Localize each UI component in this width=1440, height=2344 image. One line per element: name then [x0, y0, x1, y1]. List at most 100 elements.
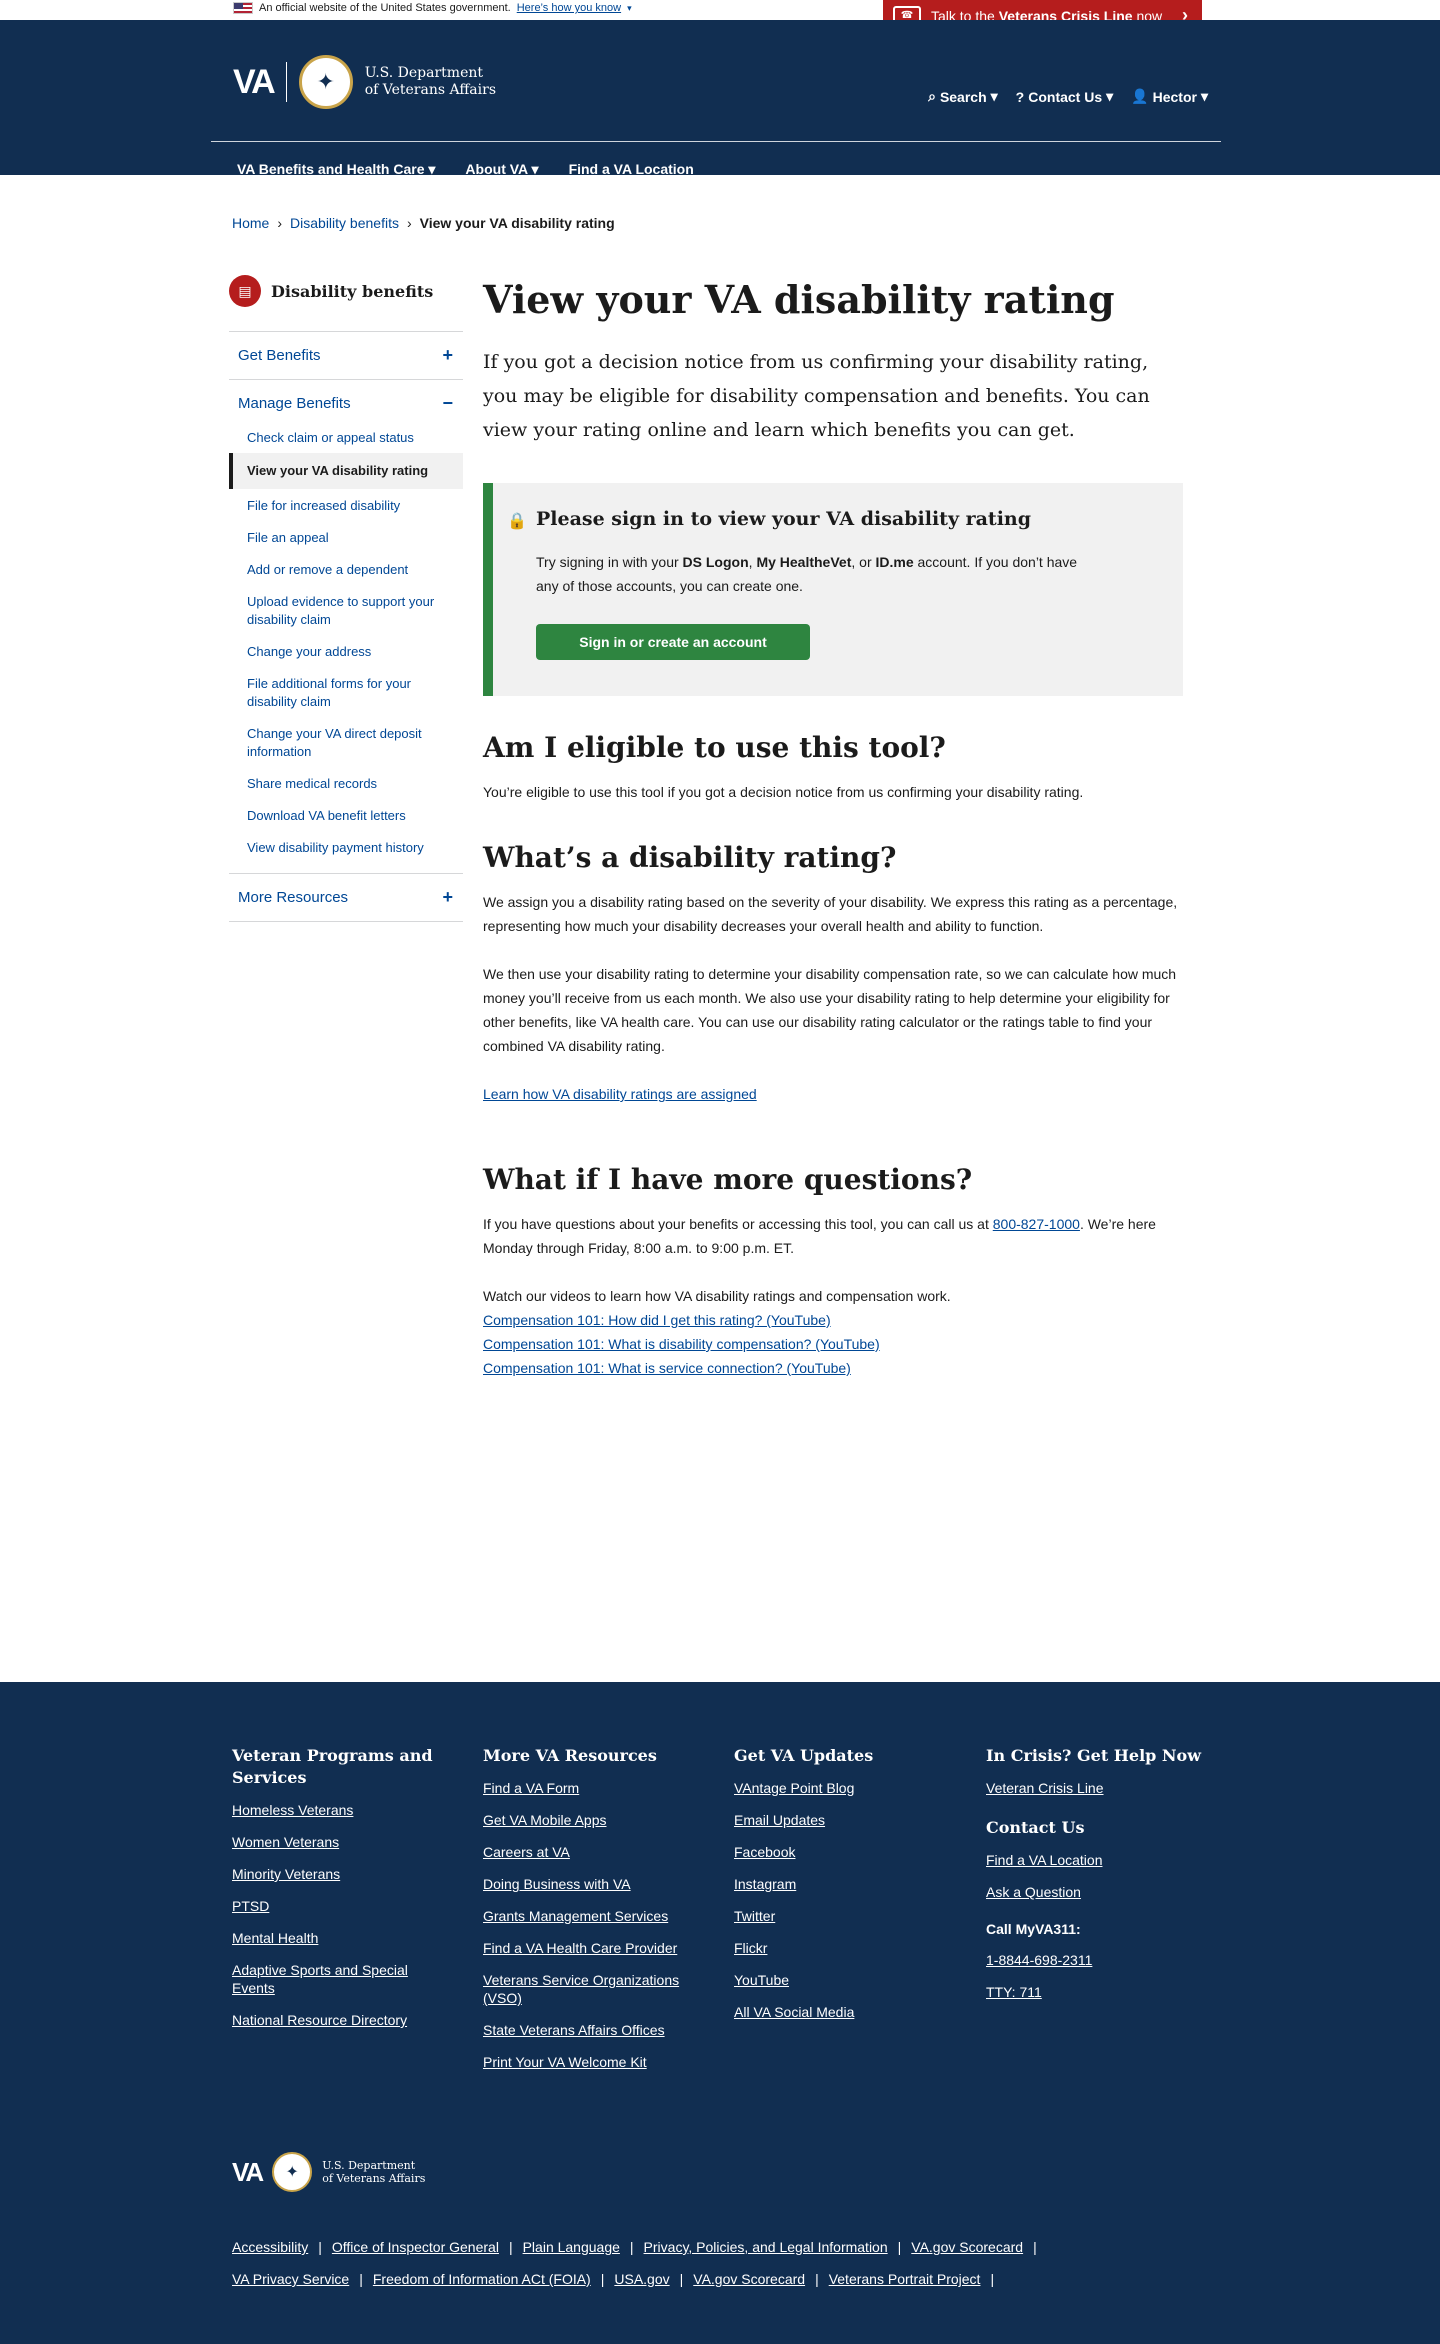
sidebar-item-payment-history[interactable]: View disability payment history — [229, 831, 463, 869]
minus-icon: − — [442, 393, 453, 413]
footer-legal-link[interactable]: USA.gov — [614, 2271, 669, 2287]
footer-link[interactable]: TTY: 711 — [986, 1983, 1206, 2001]
sidebar-item-direct-deposit[interactable]: Change your VA direct deposit informatio… — [229, 717, 463, 767]
footer-link[interactable]: YouTube — [734, 1971, 954, 1989]
gov-banner: An official website of the United States… — [0, 0, 1440, 31]
footer-legal-link[interactable]: VA Privacy Service — [232, 2271, 349, 2287]
sidebar-section-more-resources[interactable]: More Resources + — [229, 873, 463, 921]
video-link[interactable]: Compensation 101: What is disability com… — [483, 1336, 880, 1352]
sidebar-section-manage-benefits[interactable]: Manage Benefits − — [229, 379, 463, 427]
footer-link[interactable]: Women Veterans — [232, 1833, 452, 1851]
footer-link[interactable]: Print Your VA Welcome Kit — [483, 2053, 713, 2071]
footer-heading: Veteran Programs and Services — [232, 1746, 433, 1787]
header-divider — [211, 141, 1221, 142]
footer-link[interactable]: Doing Business with VA — [483, 1875, 713, 1893]
footer-legal-link[interactable]: Freedom of Information ACt (FOIA) — [373, 2271, 591, 2287]
footer-legal-link[interactable]: Office of Inspector General — [332, 2239, 499, 2255]
footer-link[interactable]: Veterans Service Organizations (VSO) — [483, 1971, 698, 2007]
breadcrumb-home[interactable]: Home — [232, 215, 269, 231]
footer-link[interactable]: Find a VA Location — [986, 1851, 1206, 1869]
footer-column-resources: More VA Resources Find a VA Form Get VA … — [483, 1745, 713, 2085]
page-title: View your VA disability rating — [483, 277, 1115, 322]
footer-link[interactable]: Instagram — [734, 1875, 954, 1893]
footer-link[interactable]: Flickr — [734, 1939, 954, 1957]
sidebar-item-benefit-letters[interactable]: Download VA benefit letters — [229, 799, 463, 831]
video-link[interactable]: Compensation 101: What is service connec… — [483, 1360, 851, 1376]
sidebar-item-upload-evidence[interactable]: Upload evidence to support your disabili… — [229, 585, 463, 635]
phone-link[interactable]: 800-827-1000 — [993, 1216, 1080, 1232]
footer-heading: More VA Resources — [483, 1746, 657, 1765]
footer-legal-link[interactable]: Accessibility — [232, 2239, 308, 2255]
footer-column-updates: Get VA Updates VAntage Point Blog Email … — [734, 1745, 954, 2035]
user-icon: 👤 — [1131, 88, 1149, 104]
sidebar-item-additional-forms[interactable]: File additional forms for your disabilit… — [229, 667, 463, 717]
footer-link[interactable]: Twitter — [734, 1907, 954, 1925]
rating-text-1: We assign you a disability rating based … — [483, 894, 1178, 934]
breadcrumb: Home › Disability benefits › View your V… — [232, 215, 615, 231]
document-icon: ▤ — [229, 275, 261, 307]
sidebar-item-medical-records[interactable]: Share medical records — [229, 767, 463, 799]
footer-legal-link[interactable]: Plain Language — [523, 2239, 620, 2255]
chevron-down-icon: ▾ — [627, 2, 632, 13]
footer-link[interactable]: Homeless Veterans — [232, 1801, 452, 1819]
footer-link[interactable]: Get VA Mobile Apps — [483, 1811, 713, 1829]
footer-link[interactable]: VAntage Point Blog — [734, 1779, 954, 1797]
sidebar-manage-list: Check claim or appeal status View your V… — [229, 427, 463, 873]
contact-us-menu-button[interactable]: ? Contact Us ▾ — [1016, 88, 1114, 105]
va-logo-text: VA — [232, 2156, 264, 2187]
sidebar-item-view-rating[interactable]: View your VA disability rating — [229, 453, 463, 489]
call-label: Call MyVA311: — [986, 1921, 1081, 1937]
chevron-down-icon: ▾ — [1106, 88, 1114, 104]
sidebar-section-get-benefits[interactable]: Get Benefits + — [229, 331, 463, 379]
footer-legal-row-2: VA Privacy Service | Freedom of Informati… — [232, 2271, 995, 2287]
learn-ratings-link[interactable]: Learn how VA disability ratings are assi… — [483, 1086, 757, 1102]
sidebar-nav: ▤ Disability benefits Get Benefits + Man… — [229, 273, 463, 922]
sidebar-item-file-appeal[interactable]: File an appeal — [229, 521, 463, 553]
rating-text-2: We then use your disability rating to de… — [483, 966, 1177, 1054]
va-logo-link[interactable]: VA ✦ U.S. Department of Veterans Affairs — [233, 55, 496, 109]
department-name: U.S. Department of Veterans Affairs — [322, 2159, 426, 2185]
footer-legal-link[interactable]: VA.gov Scorecard — [911, 2239, 1023, 2255]
va-logo-text: VA — [233, 62, 276, 101]
footer-link[interactable]: Veteran Crisis Line — [986, 1779, 1206, 1797]
alert-title: Please sign in to view your VA disabilit… — [536, 508, 1032, 530]
sign-in-button[interactable]: Sign in or create an account — [536, 624, 810, 660]
footer-legal-link[interactable]: Veterans Portrait Project — [829, 2271, 981, 2287]
footer-link[interactable]: Careers at VA — [483, 1843, 713, 1861]
breadcrumb-disability-benefits[interactable]: Disability benefits — [290, 215, 399, 231]
footer-link[interactable]: 1-8844-698-2311 — [986, 1951, 1206, 1969]
footer-legal-link[interactable]: Privacy, Policies, and Legal Information — [644, 2239, 888, 2255]
footer-link[interactable]: Find a VA Health Care Provider — [483, 1939, 713, 1957]
chevron-down-icon: ▾ — [990, 88, 998, 104]
search-menu-button[interactable]: ⌕ Search ▾ — [928, 88, 998, 105]
footer-link[interactable]: National Resource Directory — [232, 2011, 452, 2029]
footer-link[interactable]: Facebook — [734, 1843, 954, 1861]
video-link[interactable]: Compensation 101: How did I get this rat… — [483, 1312, 831, 1328]
sidebar-item-dependent[interactable]: Add or remove a dependent — [229, 553, 463, 585]
footer-link[interactable]: PTSD — [232, 1897, 452, 1915]
footer-column-programs: Veteran Programs and Services Homeless V… — [232, 1745, 452, 2043]
footer-link[interactable]: Grants Management Services — [483, 1907, 713, 1925]
footer-link[interactable]: Minority Veterans — [232, 1865, 452, 1883]
eligible-heading: Am I eligible to use this tool? — [483, 731, 946, 764]
footer-link[interactable]: Find a VA Form — [483, 1779, 713, 1797]
breadcrumb-current: View your VA disability rating — [419, 215, 615, 231]
page-body: Home › Disability benefits › View your V… — [0, 175, 1440, 1682]
heres-how-you-know-link[interactable]: Here’s how you know — [517, 2, 621, 14]
sidebar-item-change-address[interactable]: Change your address — [229, 635, 463, 667]
footer-link[interactable]: Mental Health — [232, 1929, 452, 1947]
sidebar-header: ▤ Disability benefits — [229, 273, 463, 309]
footer-link[interactable]: Adaptive Sports and Special Events — [232, 1961, 452, 1997]
sidebar-item-check-claim[interactable]: Check claim or appeal status — [229, 427, 463, 453]
footer-legal-link[interactable]: VA.gov Scorecard — [693, 2271, 805, 2287]
footer-heading: Contact Us — [986, 1818, 1085, 1837]
footer-link[interactable]: Ask a Question — [986, 1883, 1206, 1901]
footer-link[interactable]: State Veterans Affairs Offices — [483, 2021, 713, 2039]
footer-link[interactable]: All VA Social Media — [734, 2003, 954, 2021]
footer-link[interactable]: Email Updates — [734, 1811, 954, 1829]
footer-logo[interactable]: VA ✦ U.S. Department of Veterans Affairs — [232, 2152, 425, 2192]
questions-text: If you have questions about your benefit… — [483, 1216, 1156, 1256]
sidebar-item-file-increased[interactable]: File for increased disability — [229, 489, 463, 521]
eligible-text: You’re eligible to use this tool if you … — [483, 784, 1084, 800]
user-menu-button[interactable]: 👤 Hector ▾ — [1131, 88, 1208, 105]
